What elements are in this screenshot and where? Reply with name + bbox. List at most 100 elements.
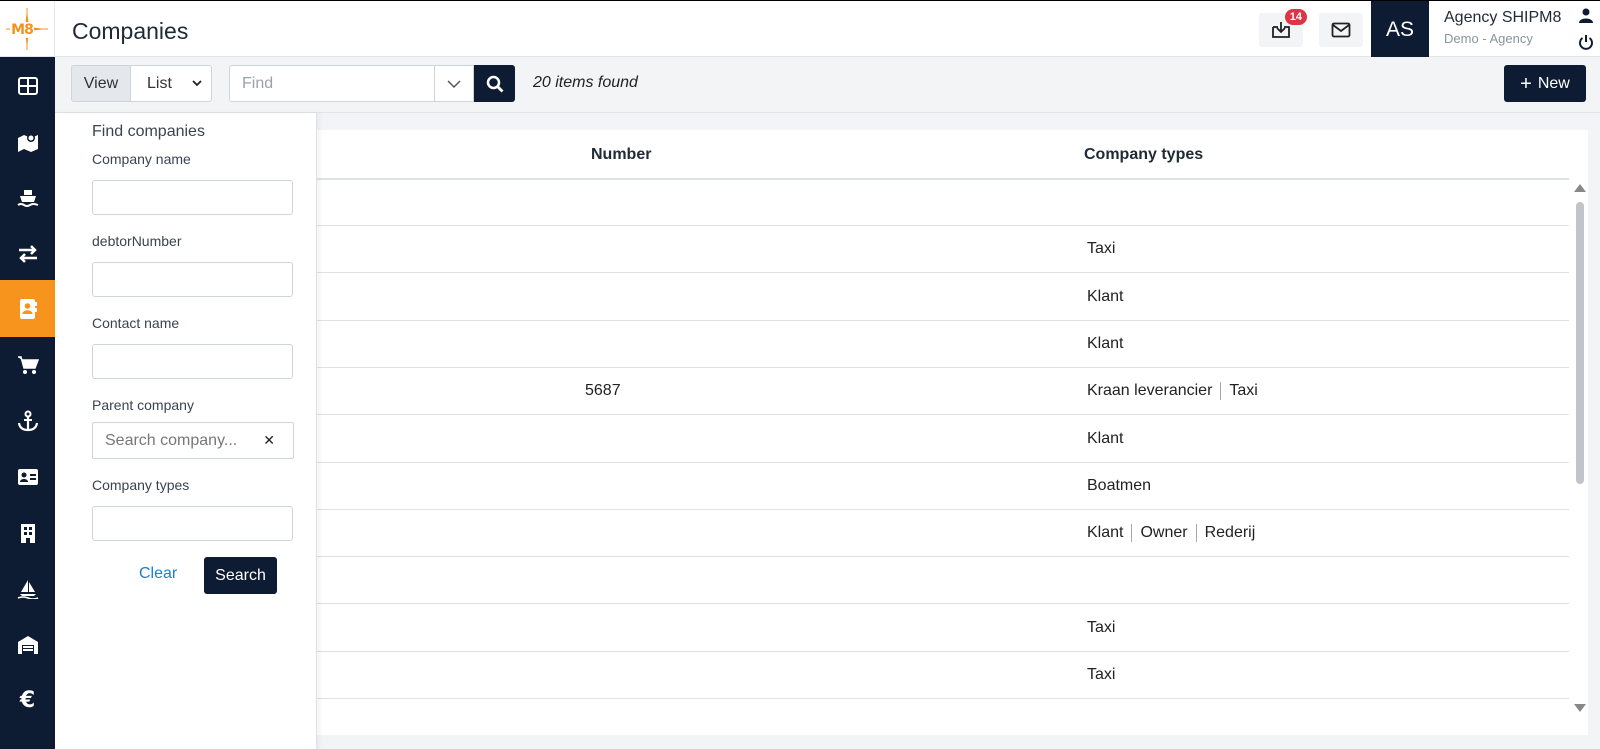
- cell-company-types: Klant Owner Rederij: [1087, 524, 1264, 543]
- table-row[interactable]: Klant: [317, 321, 1569, 368]
- table-row[interactable]: Taxi: [317, 226, 1569, 274]
- table-row[interactable]: [317, 179, 1569, 226]
- sidebar-item-warehouses[interactable]: [0, 616, 55, 673]
- search-button[interactable]: Search: [204, 557, 277, 594]
- plus-icon: +: [1520, 72, 1532, 95]
- logo-text: M8: [10, 21, 34, 38]
- company-type-tag: Taxi: [1087, 618, 1116, 636]
- euro-icon: €: [19, 688, 36, 713]
- new-company-button[interactable]: + New: [1504, 65, 1586, 102]
- agency-name: Agency SHIPM8: [1444, 9, 1562, 26]
- scroll-thumb[interactable]: [1576, 202, 1584, 484]
- power-icon: [1579, 35, 1593, 50]
- company-type-tag: Owner: [1131, 524, 1195, 543]
- parent-company-placeholder: Search company...: [105, 431, 238, 449]
- cell-company-types: Taxi: [1087, 240, 1123, 258]
- dashboard-grid-icon: [17, 76, 38, 95]
- table-row[interactable]: Klant: [317, 416, 1569, 463]
- company-types-input[interactable]: [92, 506, 293, 541]
- user-icon: [1579, 8, 1593, 23]
- sidebar-item-companies[interactable]: [0, 280, 55, 337]
- company-name-label: Company name: [92, 151, 191, 167]
- cell-company-types: Boatmen: [1087, 477, 1159, 495]
- table-row[interactable]: Taxi: [317, 652, 1569, 699]
- address-book-icon: [19, 298, 37, 319]
- shopping-cart-icon: [17, 355, 39, 374]
- scroll-down-arrow[interactable]: [1574, 704, 1586, 712]
- contact-name-label: Contact name: [92, 315, 180, 331]
- logout-button[interactable]: [1578, 34, 1594, 55]
- page-title: Companies: [72, 18, 189, 44]
- table-row[interactable]: Klant: [317, 274, 1569, 321]
- sidebar-item-ports[interactable]: [0, 392, 55, 449]
- chevron-down-icon: [447, 79, 461, 88]
- company-type-tag: Klant: [1087, 334, 1124, 352]
- sidebar-item-shipping[interactable]: [0, 560, 55, 617]
- building-icon: [20, 523, 35, 543]
- companies-table: Number Company types Taxi Klant Klant 5687 K…: [317, 130, 1588, 735]
- agency-subtitle: Demo - Agency: [1444, 31, 1533, 46]
- column-header-company-types[interactable]: Company types: [1084, 146, 1203, 164]
- find-dropdown-toggle[interactable]: [434, 65, 474, 102]
- chevron-down-icon: [192, 80, 202, 87]
- company-type-tag: Kraan leverancier: [1087, 382, 1213, 400]
- find-input[interactable]: Find: [229, 65, 435, 102]
- sidebar-item-map[interactable]: [0, 113, 55, 170]
- map-icon: [17, 133, 38, 152]
- user-profile-button[interactable]: [1578, 7, 1594, 28]
- find-search-button[interactable]: [474, 65, 515, 102]
- company-type-tag: Rederij: [1195, 524, 1264, 543]
- envelope-icon: [1331, 22, 1351, 38]
- avatar[interactable]: AS: [1371, 1, 1429, 58]
- cell-number: 5687: [585, 382, 621, 400]
- id-card-icon: [17, 468, 38, 485]
- items-found-count: 20 items found: [533, 74, 638, 91]
- table-row[interactable]: Klant Owner Rederij: [317, 510, 1569, 558]
- ship-icon: [16, 189, 38, 207]
- find-placeholder: Find: [242, 74, 274, 92]
- clear-button[interactable]: Clear: [139, 565, 177, 583]
- cell-company-types: Klant: [1087, 288, 1131, 306]
- downloads-button[interactable]: 14: [1259, 9, 1307, 47]
- column-header-number[interactable]: Number: [591, 146, 651, 164]
- parent-company-search-input[interactable]: Search company... ✕: [92, 422, 294, 459]
- company-name-input[interactable]: [92, 180, 293, 215]
- sidebar-item-transfers[interactable]: [0, 225, 55, 282]
- table-row[interactable]: Boatmen: [317, 463, 1569, 510]
- scroll-up-arrow[interactable]: [1574, 184, 1586, 192]
- logo[interactable]: M8: [0, 1, 55, 58]
- warehouse-icon: [17, 635, 38, 654]
- company-type-tag: Taxi: [1087, 240, 1116, 258]
- sidebar: €: [0, 57, 55, 749]
- cell-company-types: Taxi: [1087, 619, 1123, 637]
- table-row[interactable]: 5687 Kraan leverancier Taxi: [317, 368, 1569, 416]
- panel-title: Find companies: [92, 123, 205, 140]
- company-types-label: Company types: [92, 477, 190, 493]
- find-companies-panel: Find companies Company name debtorNumber…: [55, 113, 317, 749]
- table-row[interactable]: [317, 557, 1569, 605]
- new-button-label: New: [1537, 74, 1570, 92]
- contact-name-input[interactable]: [92, 344, 293, 379]
- search-icon: [486, 75, 503, 92]
- debtor-number-input[interactable]: [92, 262, 293, 297]
- close-icon[interactable]: ✕: [263, 432, 275, 449]
- sidebar-item-buildings[interactable]: [0, 504, 55, 561]
- sidebar-item-dashboard[interactable]: [0, 57, 55, 114]
- cell-company-types: Kraan leverancier Taxi: [1087, 382, 1266, 401]
- company-type-tag: Klant: [1087, 524, 1124, 542]
- anchor-icon: [17, 410, 38, 431]
- company-type-tag: Klant: [1087, 287, 1124, 305]
- sidebar-item-contacts[interactable]: [0, 448, 55, 505]
- toolbar: View List Find 20 items found + New: [55, 57, 1600, 113]
- sidebar-item-finance[interactable]: €: [0, 672, 55, 729]
- view-select[interactable]: List: [130, 65, 212, 102]
- messages-button[interactable]: [1319, 13, 1363, 47]
- sidebar-item-orders[interactable]: [0, 336, 55, 393]
- notification-badge: 14: [1284, 9, 1307, 25]
- view-label: View: [71, 65, 131, 102]
- sidebar-item-vessels[interactable]: [0, 169, 55, 226]
- company-type-tag: Klant: [1087, 429, 1124, 447]
- vertical-scrollbar[interactable]: [1572, 180, 1586, 730]
- table-row[interactable]: Taxi: [317, 605, 1569, 652]
- exchange-arrows-icon: [18, 244, 37, 263]
